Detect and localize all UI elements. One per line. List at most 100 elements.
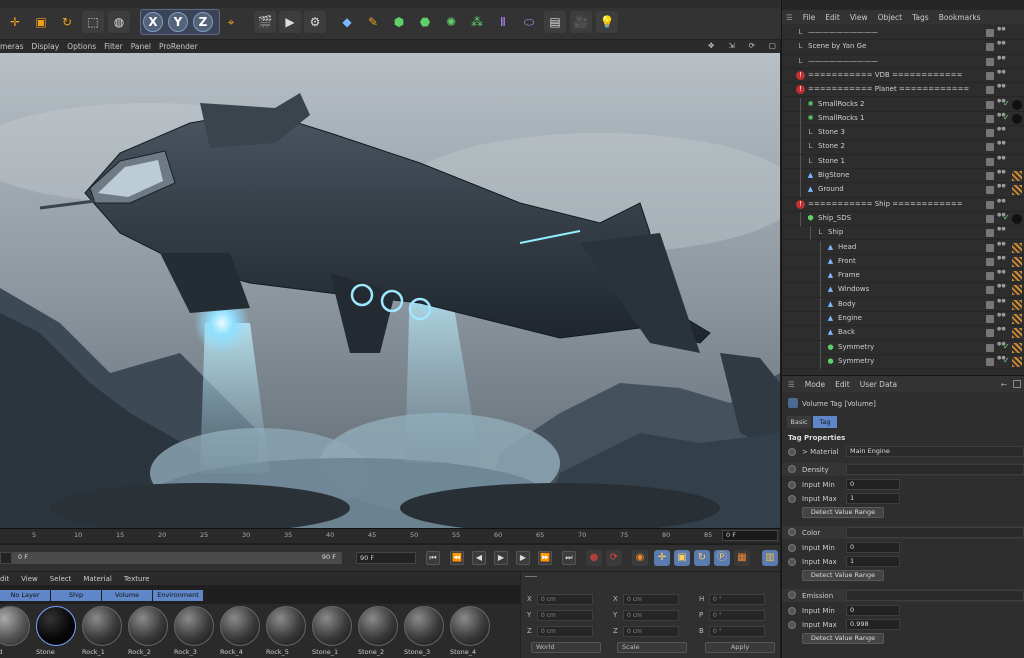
coord-value-field[interactable]: 0 cm: [623, 610, 679, 621]
viewport-menu-panel[interactable]: Panel: [131, 42, 151, 51]
axis-z-button[interactable]: Z: [193, 12, 213, 32]
floor-object-icon[interactable]: ▤: [544, 11, 566, 33]
coord-value-field[interactable]: 0 cm: [623, 626, 679, 637]
object-row[interactable]: ! =========== VDB ============ ●●: [782, 69, 1024, 84]
pan-icon[interactable]: ✥: [708, 41, 714, 50]
material-menu-view[interactable]: View: [21, 575, 38, 583]
editor-render-dots-icon[interactable]: ●●: [997, 241, 1006, 247]
viewport-menu-cameras[interactable]: meras: [0, 42, 24, 51]
object-row[interactable]: ! =========== Planet ============ ●●: [782, 83, 1024, 98]
tab-basic[interactable]: Basic: [787, 416, 811, 428]
input-min-field[interactable]: 0: [846, 542, 900, 553]
object-row[interactable]: L Stone 3 ●●: [782, 126, 1024, 141]
render-picture-viewer-icon[interactable]: ▶: [279, 11, 301, 33]
layer-visibility-icon[interactable]: [986, 86, 994, 95]
next-frame-icon[interactable]: ▶: [516, 551, 530, 565]
maximize-icon[interactable]: ▢: [769, 41, 776, 50]
orbit-icon[interactable]: ⟳: [749, 41, 755, 50]
layer-visibility-icon[interactable]: [986, 214, 994, 223]
layer-visibility-icon[interactable]: [986, 243, 994, 252]
move-tool-icon[interactable]: ✛: [4, 11, 26, 33]
group-link-field[interactable]: [846, 590, 1024, 601]
object-row[interactable]: ▲ Engine ●●: [782, 312, 1024, 327]
lock-box-icon[interactable]: [1013, 380, 1021, 388]
coord-value-field[interactable]: 0 °: [709, 594, 765, 605]
enabled-check-icon[interactable]: ✓: [1003, 99, 1010, 108]
group-anim-dot[interactable]: [788, 591, 796, 599]
material-anim-dot[interactable]: [788, 448, 796, 456]
rotation-key-icon[interactable]: ↻: [694, 550, 710, 566]
editor-render-dots-icon[interactable]: ●●: [997, 155, 1006, 161]
layer-visibility-icon[interactable]: [986, 186, 994, 195]
keyframe-selection-icon[interactable]: ◉: [632, 550, 648, 566]
object-menu-tags[interactable]: Tags: [912, 13, 929, 22]
texture-tag-icon[interactable]: [1012, 299, 1022, 310]
material-swatch[interactable]: Stone_3: [402, 604, 446, 658]
param-key-icon[interactable]: Ⓟ: [714, 550, 730, 566]
material-swatch[interactable]: Rock_1: [80, 604, 124, 658]
cube-primitive-icon[interactable]: ◆: [336, 11, 358, 33]
previous-frame-icon[interactable]: ◀: [472, 551, 486, 565]
viewport-menu-prorender[interactable]: ProRender: [159, 42, 198, 51]
material-swatch[interactable]: Rock_4: [218, 604, 262, 658]
layer-visibility-icon[interactable]: [986, 343, 994, 352]
editor-render-dots-icon[interactable]: ●●: [997, 98, 1006, 104]
editor-render-dots-icon[interactable]: ●●: [997, 127, 1006, 132]
texture-tag-icon[interactable]: [1012, 242, 1022, 253]
object-row[interactable]: L Stone 1 ●●: [782, 154, 1024, 169]
texture-tag-icon[interactable]: [1012, 328, 1022, 339]
layer-visibility-icon[interactable]: [986, 200, 994, 209]
layer-visibility-icon[interactable]: [986, 143, 994, 152]
end-frame-field[interactable]: 90 F: [356, 552, 416, 564]
object-row[interactable]: ▲ Body ●●: [782, 297, 1024, 312]
current-frame-field[interactable]: 0 F: [722, 530, 778, 541]
editor-render-dots-icon[interactable]: ●●: [997, 255, 1006, 261]
texture-tag-icon[interactable]: [1012, 314, 1022, 324]
axis-x-button[interactable]: X: [143, 12, 163, 32]
attribute-menu-edit[interactable]: Edit: [835, 380, 850, 389]
editor-render-dots-icon[interactable]: ●●: [997, 355, 1006, 361]
array-generator-icon[interactable]: ⁂: [466, 11, 488, 33]
texture-tag-icon[interactable]: [1012, 271, 1022, 282]
material-swatch[interactable]: Stone: [34, 604, 78, 658]
editor-render-dots-icon[interactable]: ●●: [997, 41, 1006, 46]
layer-visibility-icon[interactable]: [986, 100, 994, 109]
object-row[interactable]: L Ship ●●: [782, 226, 1024, 241]
material-menu-material[interactable]: Material: [83, 575, 111, 583]
material-swatch[interactable]: Stone_4: [448, 604, 492, 658]
texture-tag-icon[interactable]: [1012, 342, 1022, 353]
spline-pen-icon[interactable]: ✎: [362, 11, 384, 33]
object-row[interactable]: ▲ Head ●●: [782, 240, 1024, 255]
editor-render-dots-icon[interactable]: ●●: [997, 198, 1006, 204]
select-tool-icon[interactable]: ⬚: [82, 11, 104, 33]
editor-render-dots-icon[interactable]: ●●: [997, 170, 1006, 175]
object-menu-edit[interactable]: Edit: [825, 13, 840, 22]
editor-render-dots-icon[interactable]: ●●: [997, 184, 1006, 189]
input-max-field[interactable]: 0.998: [846, 619, 900, 630]
render-settings-icon[interactable]: ⚙: [304, 11, 326, 33]
subdivision-surface-icon[interactable]: ⬢: [388, 11, 410, 33]
input-min-field[interactable]: 0: [846, 605, 900, 616]
input-max-field[interactable]: 1: [846, 556, 900, 567]
object-menu-object[interactable]: Object: [878, 13, 902, 22]
editor-render-dots-icon[interactable]: ●●: [997, 284, 1006, 289]
object-row[interactable]: ✺ SmallRocks 1 ●● ✓: [782, 111, 1024, 127]
layer-visibility-icon[interactable]: [986, 29, 994, 37]
material-tag-icon[interactable]: [1012, 213, 1022, 224]
scale-key-icon[interactable]: ▣: [674, 550, 690, 566]
texture-tag-icon[interactable]: [1012, 185, 1022, 196]
layer-visibility-icon[interactable]: [986, 43, 994, 52]
group-anim-dot[interactable]: [788, 528, 796, 536]
enabled-check-icon[interactable]: ✓: [1003, 213, 1010, 222]
go-to-end-icon[interactable]: ⏭: [562, 551, 576, 565]
go-to-start-icon[interactable]: ⏮: [426, 551, 440, 565]
object-row[interactable]: ▲ Frame ●●: [782, 269, 1024, 284]
coord-value-field[interactable]: 0 cm: [537, 626, 593, 637]
input-max-anim-dot[interactable]: [788, 495, 796, 503]
texture-tag-icon[interactable]: [1012, 285, 1022, 296]
material-swatch[interactable]: und: [0, 604, 32, 658]
layer-visibility-icon[interactable]: [986, 315, 994, 323]
viewport-menu-filter[interactable]: Filter: [104, 42, 123, 51]
material-menu-texture[interactable]: Texture: [124, 575, 150, 583]
editor-render-dots-icon[interactable]: ●●: [997, 141, 1006, 146]
